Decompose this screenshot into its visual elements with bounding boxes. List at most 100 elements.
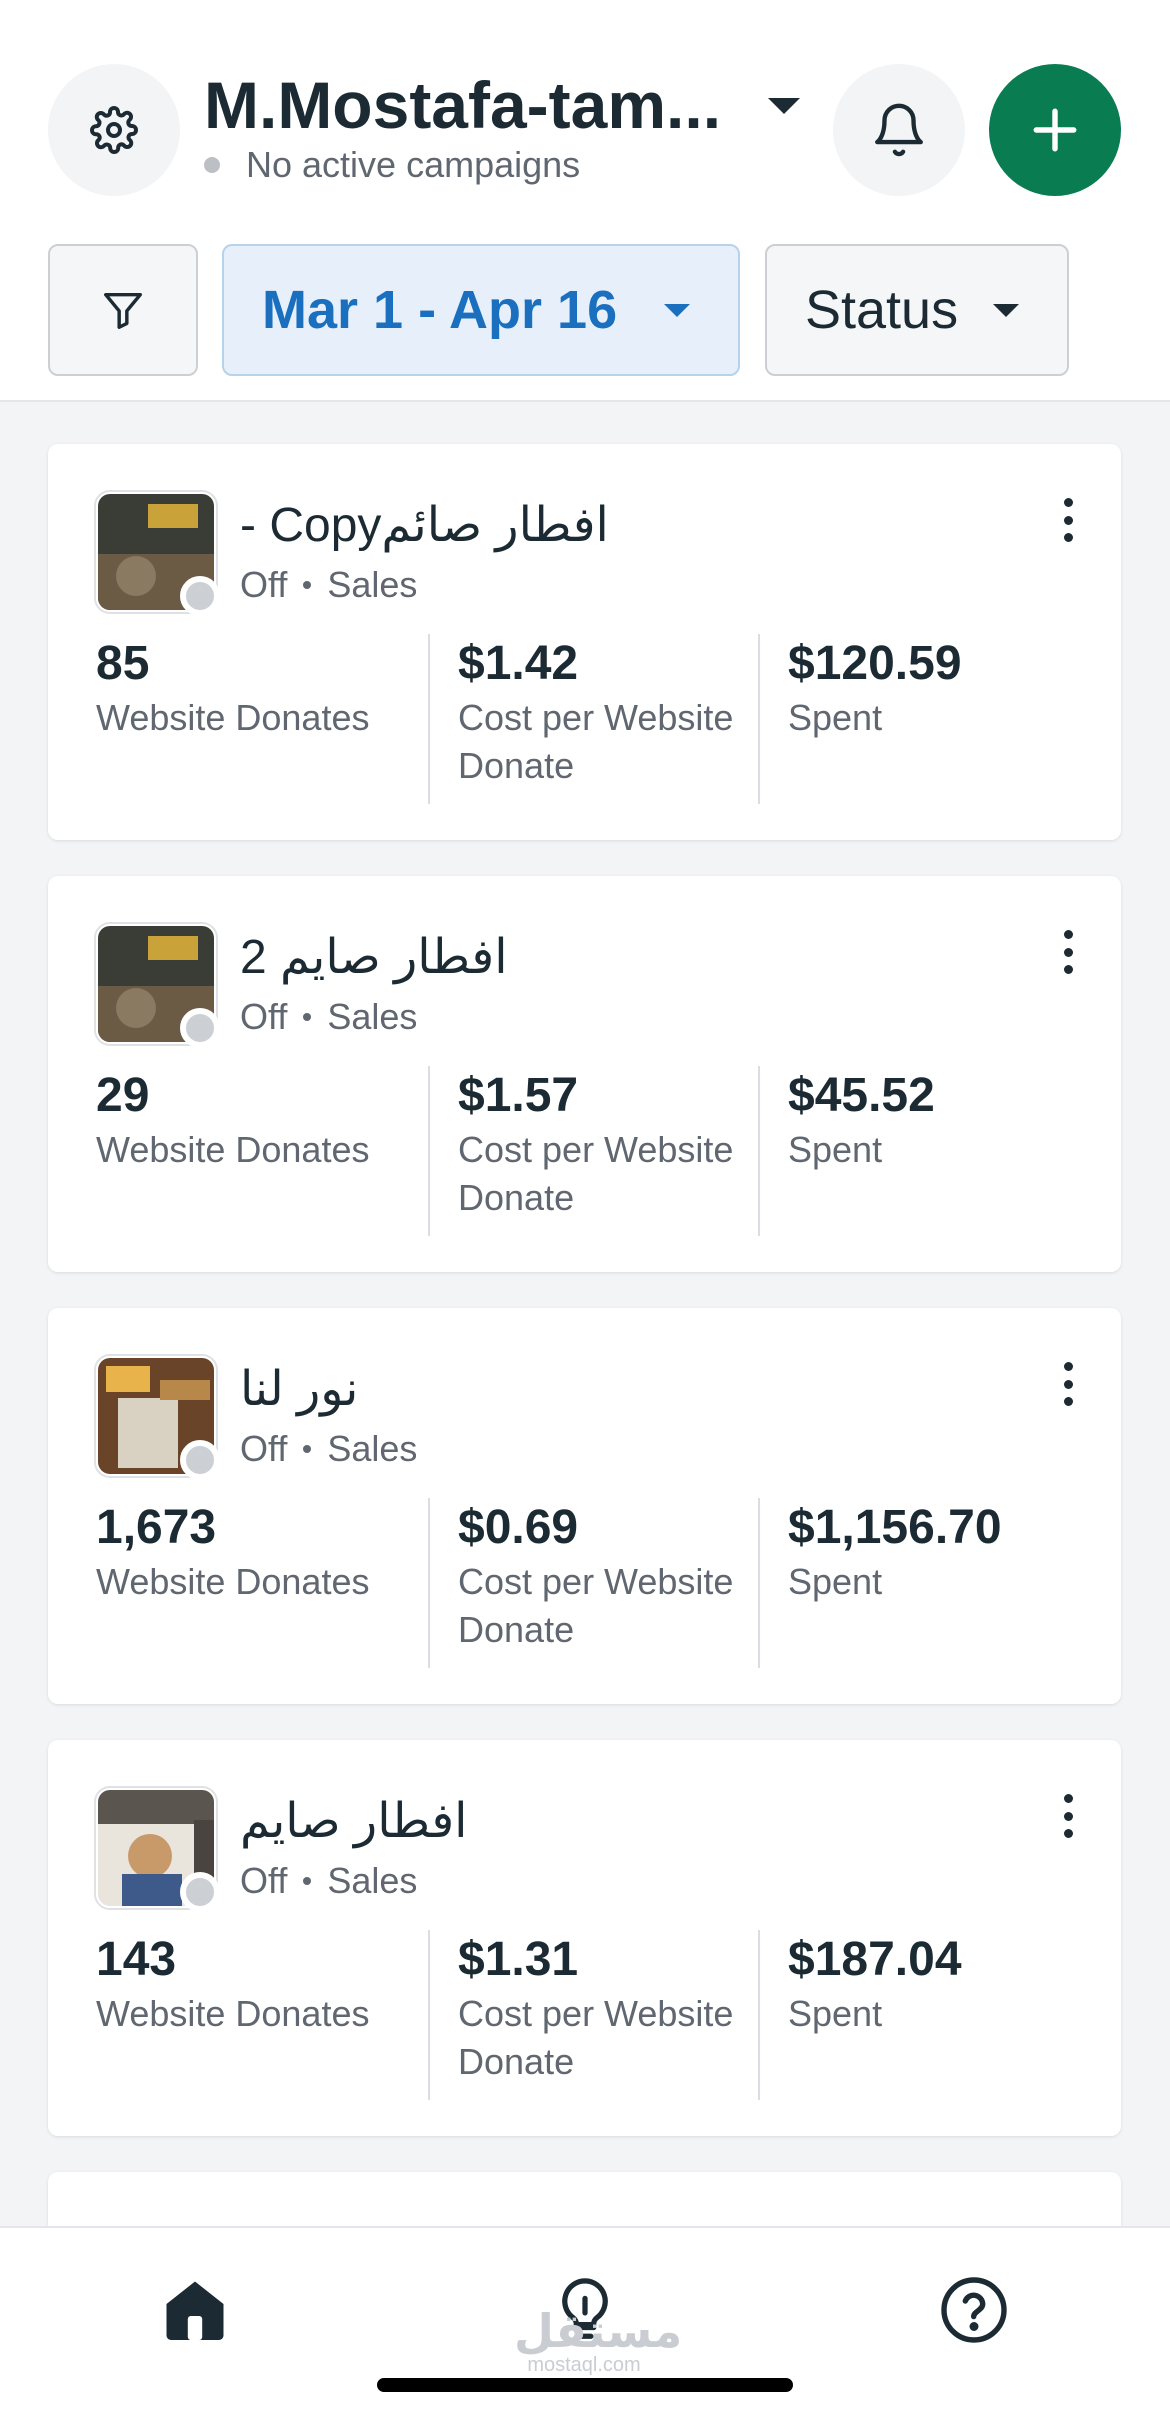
spent-metric: $1,156.70 Spent [758, 1498, 1098, 1668]
cost-value: $0.69 [458, 1501, 579, 1554]
spent-label: Spent [788, 1129, 883, 1170]
status-dot-icon [204, 157, 220, 173]
spent-label: Spent [788, 1993, 883, 2034]
spent-label: Spent [788, 697, 883, 738]
cost-label: Cost per Website Donate [458, 1561, 734, 1650]
cost-value: $1.31 [458, 1933, 579, 1986]
filter-button[interactable] [48, 244, 198, 376]
results-label: Website Donates [96, 1993, 370, 2034]
campaign-card[interactable]: نور لنا Off Sales 1,673 Website Donates … [48, 1308, 1121, 1704]
more-options-button[interactable] [1048, 1354, 1088, 1414]
results-label: Website Donates [96, 1129, 370, 1170]
results-metric: 29 Website Donates [96, 1066, 396, 1236]
watermark-arabic: مستقل [514, 2305, 683, 2357]
home-icon [166, 2281, 224, 2340]
campaign-status: Off [240, 1428, 288, 1469]
campaign-objective: Sales [327, 1428, 418, 1469]
campaign-meta: Off Sales [240, 564, 417, 606]
results-label: Website Donates [96, 697, 370, 738]
campaign-status: Off [240, 564, 288, 605]
campaign-meta: Off Sales [240, 1428, 417, 1470]
account-status: No active campaigns [204, 144, 581, 185]
more-options-button[interactable] [1048, 1786, 1088, 1846]
campaign-meta: Off Sales [240, 996, 417, 1038]
results-value: 29 [96, 1069, 150, 1122]
campaign-objective: Sales [327, 996, 418, 1037]
notifications-button[interactable] [833, 64, 965, 196]
nav-home[interactable] [145, 2260, 245, 2360]
create-campaign-button[interactable] [989, 64, 1121, 196]
results-value: 85 [96, 637, 150, 690]
more-dot-icon [1063, 1362, 1073, 1371]
more-options-button[interactable] [1048, 922, 1088, 982]
spent-metric: $45.52 Spent [758, 1066, 1098, 1236]
cost-label: Cost per Website Donate [458, 697, 734, 786]
cost-metric: $1.42 Cost per Website Donate [428, 634, 748, 804]
date-range-label: Mar 1 - Apr 16 [262, 280, 618, 340]
status-badge [180, 1008, 220, 1048]
campaign-name[interactable]: نور لنا [240, 1360, 1000, 1420]
ads-manager-screen: M.Mostafa-tam... No active campaigns Mar… [0, 0, 1170, 2419]
chevron-down-icon [664, 304, 690, 317]
more-options-button[interactable] [1048, 490, 1088, 550]
status-filter-button[interactable]: Status [765, 244, 1069, 376]
status-badge [180, 1872, 220, 1912]
campaign-name[interactable]: افطار صائمCopy - [240, 496, 1000, 556]
spent-metric: $187.04 Spent [758, 1930, 1098, 2100]
more-dot-icon [1063, 498, 1073, 507]
separator-dot [303, 581, 312, 589]
results-value: 143 [96, 1933, 177, 1986]
gear-icon [90, 106, 138, 154]
cost-metric: $1.57 Cost per Website Donate [428, 1066, 748, 1236]
chevron-down-icon[interactable] [766, 96, 802, 118]
cost-label: Cost per Website Donate [458, 1129, 734, 1218]
cost-value: $1.42 [458, 637, 579, 690]
results-metric: 143 Website Donates [96, 1930, 396, 2100]
cost-metric: $1.31 Cost per Website Donate [428, 1930, 748, 2100]
campaign-card[interactable]: افطار صايم Off Sales 143 Website Donates… [48, 1740, 1121, 2136]
home-indicator [377, 2378, 793, 2392]
bell-icon [875, 103, 923, 157]
more-dot-icon [1063, 1794, 1073, 1803]
account-name[interactable]: M.Mostafa-tam... [204, 66, 744, 144]
watermark: مستقل mostaql.com [514, 2305, 683, 2377]
help-icon [941, 2277, 1007, 2343]
settings-button[interactable] [48, 64, 180, 196]
campaign-name[interactable]: افطار صايم [240, 1792, 1000, 1852]
spent-value: $120.59 [788, 637, 962, 690]
results-metric: 85 Website Donates [96, 634, 396, 804]
results-metric: 1,673 Website Donates [96, 1498, 396, 1668]
status-filter-label: Status [805, 280, 959, 340]
watermark-url: mostaql.com [527, 2354, 641, 2376]
account-status-text: No active campaigns [246, 144, 581, 185]
cost-metric: $0.69 Cost per Website Donate [428, 1498, 748, 1668]
separator-dot [303, 1013, 312, 1021]
status-badge [180, 576, 220, 616]
plus-icon [1033, 108, 1077, 152]
chevron-down-icon [993, 304, 1019, 317]
status-badge [180, 1440, 220, 1480]
spent-label: Spent [788, 1561, 883, 1602]
campaign-objective: Sales [327, 1860, 418, 1901]
campaign-objective: Sales [327, 564, 418, 605]
more-dot-icon [1063, 930, 1073, 939]
separator-dot [303, 1445, 312, 1453]
campaign-status: Off [240, 1860, 288, 1901]
spent-value: $45.52 [788, 1069, 935, 1122]
date-range-button[interactable]: Mar 1 - Apr 16 [222, 244, 740, 376]
spent-value: $187.04 [788, 1933, 962, 1986]
header: M.Mostafa-tam... No active campaigns Mar… [0, 0, 1170, 402]
cost-value: $1.57 [458, 1069, 579, 1122]
campaign-name[interactable]: افطار صايم 2 [240, 928, 1000, 988]
campaign-card[interactable]: افطار صايم 2 Off Sales 29 Website Donate… [48, 876, 1121, 1272]
nav-help[interactable] [924, 2260, 1024, 2360]
spent-value: $1,156.70 [788, 1501, 1002, 1554]
results-label: Website Donates [96, 1561, 370, 1602]
results-value: 1,673 [96, 1501, 217, 1554]
spent-metric: $120.59 Spent [758, 634, 1098, 804]
campaign-meta: Off Sales [240, 1860, 417, 1902]
campaign-status: Off [240, 996, 288, 1037]
separator-dot [303, 1877, 312, 1885]
funnel-icon [104, 292, 142, 329]
campaign-card[interactable]: افطار صائمCopy - Off Sales 85 Website Do… [48, 444, 1121, 840]
